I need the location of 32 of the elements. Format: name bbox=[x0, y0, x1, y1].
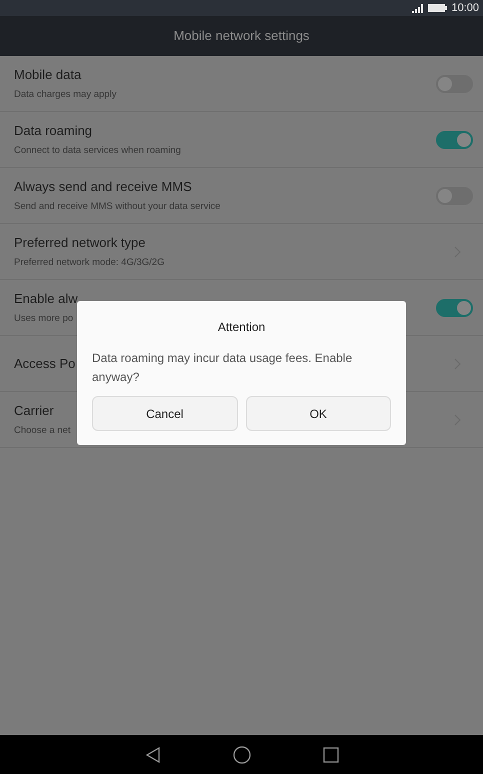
setting-title: Data roaming bbox=[14, 122, 94, 140]
setting-subtitle: Choose a net bbox=[14, 424, 71, 438]
battery-icon bbox=[428, 4, 448, 12]
setting-subtitle: Connect to data services when roaming bbox=[14, 144, 181, 158]
setting-subtitle: Send and receive MMS without your data service bbox=[14, 200, 220, 214]
dialog-button[interactable]: OK bbox=[246, 396, 391, 431]
setting-title: Preferred network type bbox=[14, 234, 147, 252]
setting-row[interactable]: Mobile data Data charges may apply bbox=[0, 56, 483, 112]
back-icon[interactable] bbox=[144, 746, 160, 762]
setting-title: Carrier bbox=[14, 402, 55, 420]
toggle-switch[interactable] bbox=[436, 130, 473, 148]
setting-subtitle: Preferred network mode: 4G/3G/2G bbox=[14, 256, 164, 270]
setting-subtitle: Uses more po bbox=[14, 312, 74, 326]
toggle-switch[interactable] bbox=[436, 186, 473, 204]
signal-icon bbox=[412, 4, 424, 12]
setting-row[interactable]: Preferred network type Preferred network mode: 4G/3G/2G bbox=[0, 224, 483, 280]
setting-title: Enable alw bbox=[14, 290, 78, 308]
home-icon[interactable] bbox=[232, 746, 250, 764]
setting-row[interactable]: Data roaming Connect to data services when roaming bbox=[0, 112, 483, 168]
setting-row[interactable]: Always send and receive MMS Send and receive MMS without your data service bbox=[0, 168, 483, 224]
recents-icon[interactable] bbox=[322, 746, 338, 762]
toggle-switch[interactable] bbox=[436, 74, 473, 92]
toggle-switch[interactable] bbox=[436, 298, 473, 316]
dialog-button[interactable]: Cancel bbox=[92, 396, 238, 431]
dialog-message: Data roaming may incur data usage fees. Enable anyway? bbox=[92, 350, 354, 386]
dialog-title: Attention bbox=[218, 319, 266, 336]
setting-title: Always send and receive MMS bbox=[14, 178, 193, 196]
header-title: Mobile network settings bbox=[174, 27, 310, 46]
setting-subtitle: Data charges may apply bbox=[14, 88, 116, 102]
setting-title: Mobile data bbox=[14, 66, 82, 84]
clock: 10:00 bbox=[451, 0, 479, 16]
setting-title: Access Po bbox=[14, 354, 76, 373]
